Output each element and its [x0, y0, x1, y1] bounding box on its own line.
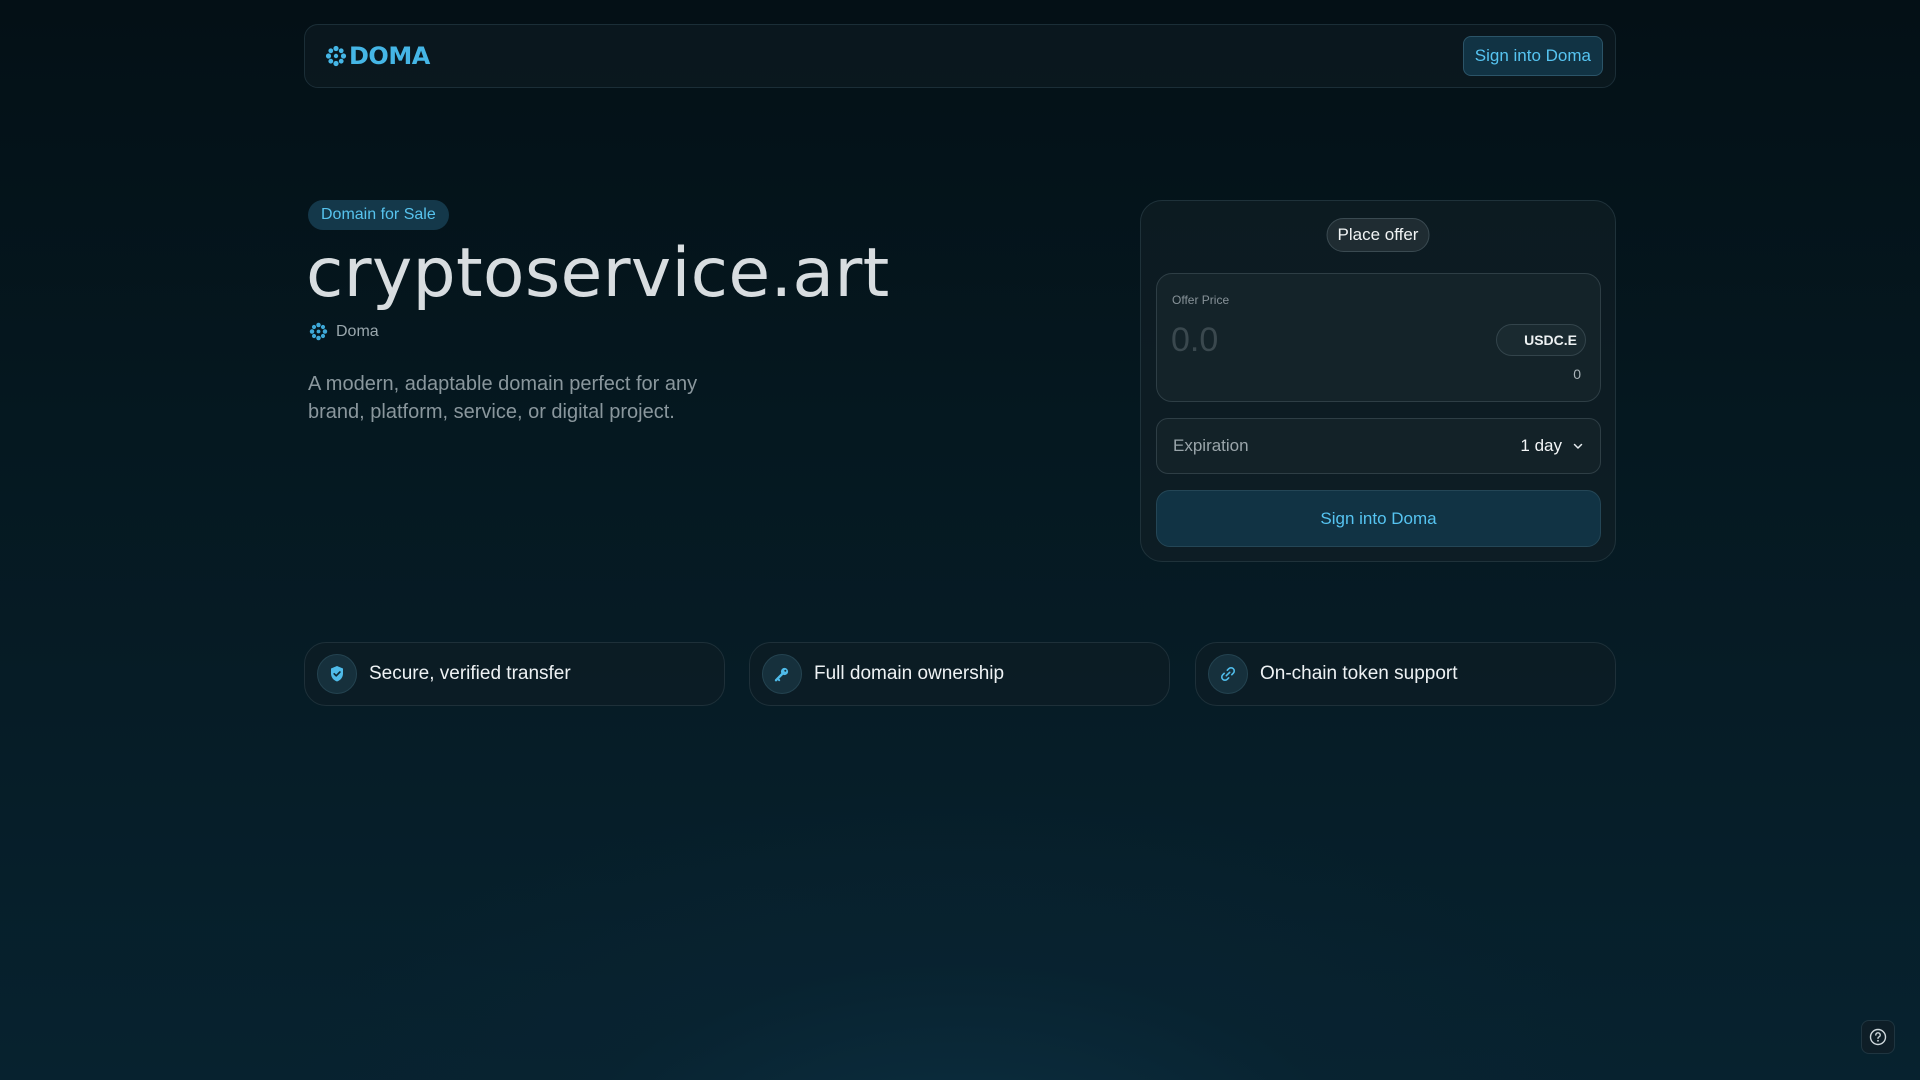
feature-item: Secure, verified transfer [304, 642, 725, 706]
help-icon [1869, 1028, 1887, 1046]
shield-check-icon [317, 654, 357, 694]
expiration-value-wrap: 1 day [1520, 436, 1584, 456]
feature-item: On-chain token support [1195, 642, 1616, 706]
domain-description: A modern, adaptable domain perfect for a… [308, 373, 698, 423]
domain-name: cryptoservice.art [306, 234, 890, 313]
logo-text: DOMA [349, 42, 430, 70]
doma-mark-icon [309, 322, 328, 341]
feature-item: Full domain ownership [749, 642, 1170, 706]
offer-price-input[interactable] [1171, 318, 1471, 362]
link-icon [1208, 654, 1248, 694]
offer-price-label: Offer Price [1172, 293, 1230, 307]
currency-select[interactable]: USDC.E [1496, 324, 1586, 356]
offer-card: Place offer Offer Price USDC.E 0 Expirat… [1140, 200, 1616, 562]
header-sign-in-button[interactable]: Sign into Doma [1462, 36, 1603, 76]
feature-label: Secure, verified transfer [369, 663, 571, 684]
doma-logo[interactable]: DOMA [325, 42, 430, 70]
expiration-value: 1 day [1520, 436, 1562, 455]
chevron-down-icon [1573, 443, 1583, 449]
feature-list: Secure, verified transfer Full domain ow… [304, 642, 1616, 706]
help-button[interactable] [1861, 1020, 1895, 1054]
key-icon [762, 654, 802, 694]
balance-value: 0 [1573, 366, 1581, 382]
feature-label: On-chain token support [1260, 663, 1458, 684]
expiration-label: Expiration [1173, 436, 1249, 455]
offer-price-box: Offer Price USDC.E 0 [1156, 273, 1601, 402]
doma-logo-icon [325, 45, 347, 67]
top-nav: DOMA Sign into Doma [304, 24, 1616, 88]
place-offer-tab[interactable]: Place offer [1326, 218, 1430, 252]
registrar-name: Doma [336, 322, 379, 340]
feature-label: Full domain ownership [814, 663, 1005, 684]
for-sale-badge: Domain for Sale [308, 200, 449, 230]
registrar: Doma [309, 322, 379, 341]
offer-sign-in-button[interactable]: Sign into Doma [1156, 490, 1601, 547]
expiration-select[interactable]: Expiration 1 day [1156, 418, 1601, 474]
